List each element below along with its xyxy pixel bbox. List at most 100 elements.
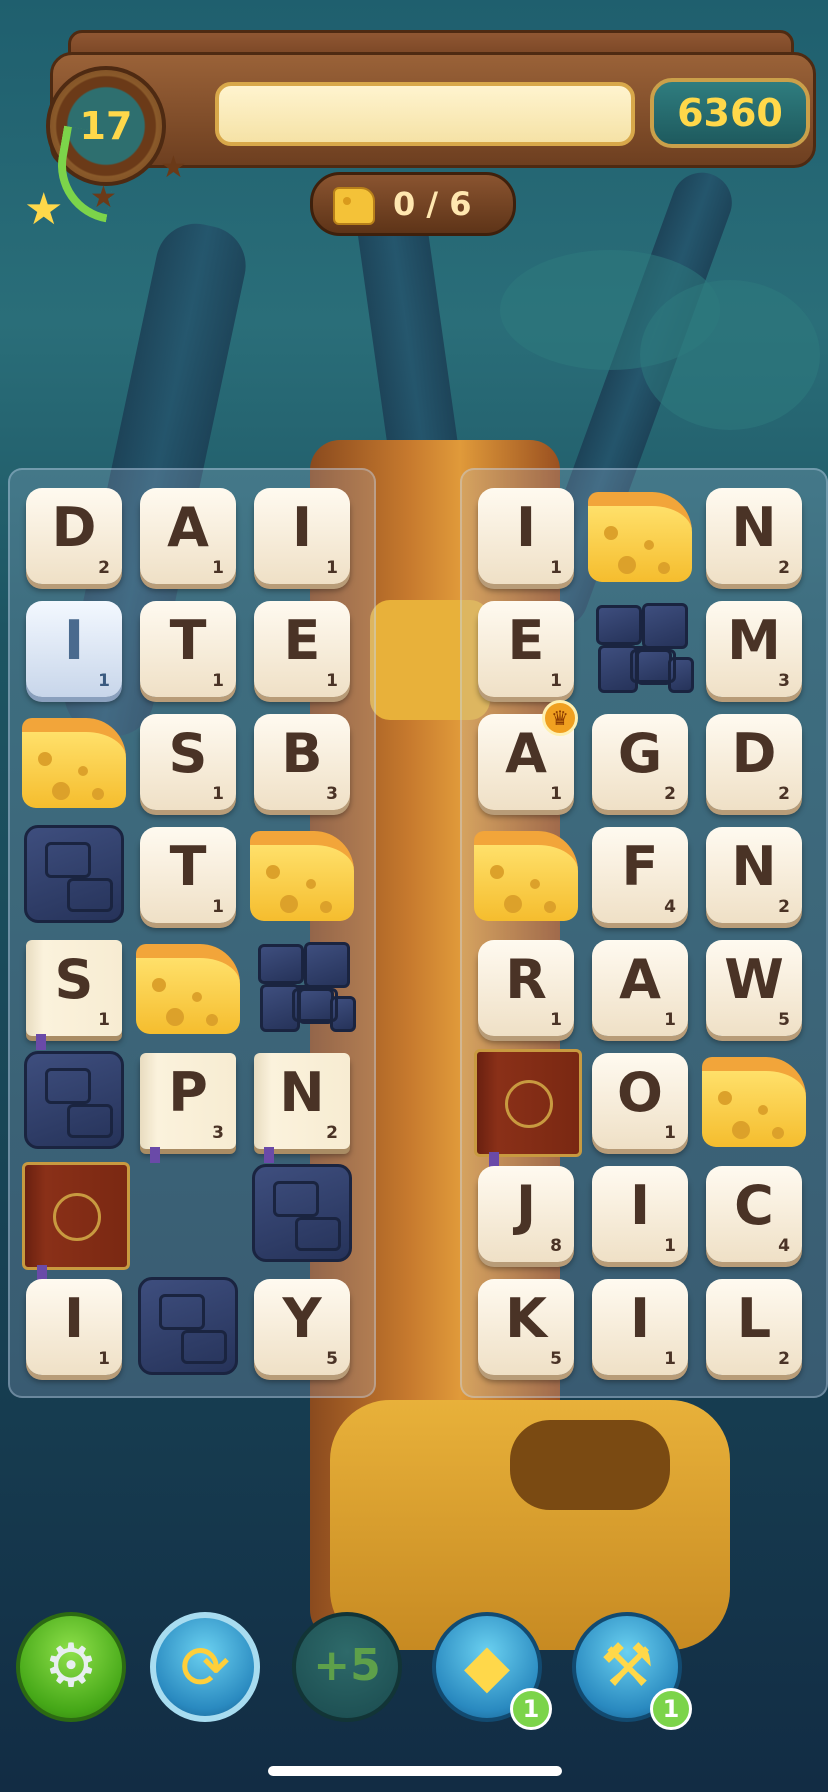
tile-letter: N xyxy=(731,835,777,898)
tile-score: 2 xyxy=(778,897,790,917)
stone-block xyxy=(24,1051,124,1149)
dice-count-badge: 1 xyxy=(510,1688,552,1730)
letter-tile[interactable]: O1 xyxy=(592,1053,688,1149)
shuffle-button[interactable]: ⟳ xyxy=(150,1612,260,1722)
letter-tile[interactable]: A1 xyxy=(592,940,688,1036)
settings-button[interactable]: ⚙ xyxy=(16,1612,126,1722)
tile-score: 2 xyxy=(664,784,676,804)
stone-shard xyxy=(668,657,694,693)
plus-five-icon: +5 xyxy=(313,1640,381,1691)
tile-score: 1 xyxy=(212,784,224,804)
hammer-button[interactable]: ⚒ 1 xyxy=(572,1612,692,1730)
tile-letter: E xyxy=(507,609,545,672)
goal-counter: 0 / 6 xyxy=(310,172,516,236)
cheese-block xyxy=(702,1057,806,1147)
tile-score: 1 xyxy=(550,671,562,691)
letter-tile[interactable]: A 1 ♛ xyxy=(478,700,578,810)
cheese-hole xyxy=(718,1091,732,1105)
tile-score: 5 xyxy=(550,1349,562,1369)
letter-tile[interactable]: D2 xyxy=(26,488,122,584)
spell-book-block xyxy=(22,1162,130,1281)
letter-tile[interactable]: I1 xyxy=(26,601,122,697)
letter-tile[interactable]: I1 xyxy=(254,488,350,584)
tile-letter: I xyxy=(629,1174,651,1237)
star-decoration-icon: ★ xyxy=(90,180,117,215)
foliage xyxy=(640,280,820,430)
tile-letter: D xyxy=(731,722,777,785)
book-emblem-icon xyxy=(505,1080,553,1128)
dice-button[interactable]: ◆ 1 xyxy=(432,1612,552,1730)
tile-letter: Y xyxy=(282,1287,322,1350)
star-icon: ★ xyxy=(24,184,64,235)
letter-tile[interactable]: T1 xyxy=(140,827,236,923)
tile-score: 2 xyxy=(778,784,790,804)
stone-shard xyxy=(298,988,334,1024)
tile-score: 1 xyxy=(664,1010,676,1030)
tile-score: 1 xyxy=(212,558,224,578)
bookmark-icon xyxy=(36,1034,46,1050)
letter-tile[interactable]: J8 xyxy=(478,1166,574,1262)
tile-score: 1 xyxy=(98,1010,110,1030)
letter-tile[interactable]: P3 xyxy=(140,1053,236,1163)
tile-letter: M xyxy=(727,609,781,672)
letter-tile[interactable]: I1 xyxy=(478,488,574,584)
shuffle-arrows-icon: ⟳ xyxy=(179,1633,231,1703)
letter-tile[interactable]: M3 xyxy=(706,601,802,697)
cheese-hole xyxy=(280,895,298,913)
letter-tile[interactable]: I1 xyxy=(26,1279,122,1375)
letter-tile[interactable]: E1 xyxy=(254,601,350,697)
cheese-hole xyxy=(306,879,316,889)
tile-score: 5 xyxy=(326,1349,338,1369)
tile-score: 1 xyxy=(326,671,338,691)
stone-shard xyxy=(330,996,356,1032)
hammer-count-badge: 1 xyxy=(650,1688,692,1730)
tile-letter: J xyxy=(515,1174,537,1237)
tile-score: 3 xyxy=(778,671,790,691)
bookmark-icon xyxy=(150,1147,160,1163)
cheese-hole xyxy=(206,1014,218,1026)
tile-letter: S xyxy=(168,722,208,785)
cheese-hole xyxy=(192,992,202,1002)
book-emblem-icon xyxy=(53,1193,101,1241)
cheese-hole xyxy=(618,556,636,574)
letter-tile[interactable]: R1 xyxy=(478,940,574,1036)
tile-letter: P xyxy=(168,1061,208,1124)
letter-tile[interactable]: F4 xyxy=(592,827,688,923)
cheese-hole xyxy=(772,1127,784,1139)
letter-tile[interactable]: S1 xyxy=(140,714,236,810)
plus-five-button[interactable]: +5 xyxy=(292,1612,402,1722)
letter-tile[interactable]: B3 xyxy=(254,714,350,810)
letter-tile[interactable]: E1 xyxy=(478,601,574,697)
crown-icon: ♛ xyxy=(542,700,578,736)
letter-tile[interactable]: I1 xyxy=(592,1166,688,1262)
letter-tile[interactable]: K5 xyxy=(478,1279,574,1375)
stone-block xyxy=(252,1164,352,1262)
tile-letter: N xyxy=(279,1061,325,1124)
letter-tile[interactable]: W5 xyxy=(706,940,802,1036)
cheese-hole xyxy=(530,879,540,889)
letter-tile[interactable]: L2 xyxy=(706,1279,802,1375)
cheese-block xyxy=(474,831,578,921)
cheese-hole xyxy=(604,526,618,540)
tile-score: 4 xyxy=(664,897,676,917)
tile-letter: K xyxy=(505,1287,547,1350)
letter-tile[interactable]: Y5 xyxy=(254,1279,350,1375)
top-bar: 6360 17 ★ ★ ★ xyxy=(10,30,820,232)
letter-tile[interactable]: S1 xyxy=(26,940,122,1050)
letter-tile[interactable]: N2 xyxy=(706,827,802,923)
letter-tile[interactable]: N2 xyxy=(254,1053,350,1163)
tile-letter: E xyxy=(283,609,321,672)
tile-letter: T xyxy=(169,835,207,898)
letter-tile[interactable]: T1 xyxy=(140,601,236,697)
letter-tile[interactable]: N2 xyxy=(706,488,802,584)
letter-tile[interactable]: A1 xyxy=(140,488,236,584)
tile-score: 1 xyxy=(326,558,338,578)
cheese-hole xyxy=(658,562,670,574)
tile-letter: I xyxy=(629,1287,651,1350)
home-indicator xyxy=(268,1766,562,1776)
letter-tile[interactable]: I1 xyxy=(592,1279,688,1375)
left-board: D2A1I1I1T1E1S1B3T1S1P3N2I1Y5 xyxy=(8,468,376,1398)
letter-tile[interactable]: D2 xyxy=(706,714,802,810)
letter-tile[interactable]: C4 xyxy=(706,1166,802,1262)
letter-tile[interactable]: G2 xyxy=(592,714,688,810)
